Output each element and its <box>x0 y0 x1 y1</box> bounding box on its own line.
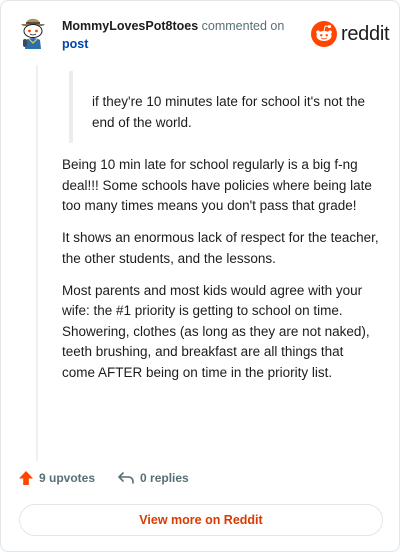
reply-count: 0 replies <box>140 471 189 485</box>
comment-paragraph: Being 10 min late for school regularly i… <box>62 157 372 213</box>
comment-header: MommyLovesPot8toes commented on post <box>62 17 302 53</box>
avatar[interactable] <box>15 13 51 49</box>
quoted-text: if they're 10 minutes late for school it… <box>69 71 369 143</box>
thread-line <box>36 65 38 461</box>
reddit-snoo-icon <box>311 21 337 47</box>
commented-on-text: commented on <box>201 19 285 33</box>
post-link[interactable]: post <box>62 35 302 53</box>
comment-body: Being 10 min late for school regularly i… <box>62 155 380 395</box>
comment-embed-card: MommyLovesPot8toes commented on post red… <box>0 0 400 552</box>
comment-paragraph: It shows an enormous lack of respect for… <box>62 230 379 266</box>
reply-arrow-icon <box>118 472 134 484</box>
replies-button[interactable]: 0 replies <box>117 470 189 486</box>
author-link[interactable]: MommyLovesPot8toes <box>62 19 198 33</box>
view-more-button[interactable]: View more on Reddit <box>19 504 383 536</box>
upvote-count: 9 upvotes <box>39 471 96 485</box>
reddit-wordmark: reddit <box>341 22 390 45</box>
reddit-logo[interactable]: reddit <box>311 20 390 48</box>
comment-paragraph: Most parents and most kids would agree w… <box>62 282 370 380</box>
avatar-snoo-icon <box>21 18 45 49</box>
upvote-button[interactable]: 9 upvotes <box>18 470 95 486</box>
comment-actions: 9 upvotes 0 replies <box>18 470 189 486</box>
upvote-arrow-icon <box>19 471 33 485</box>
